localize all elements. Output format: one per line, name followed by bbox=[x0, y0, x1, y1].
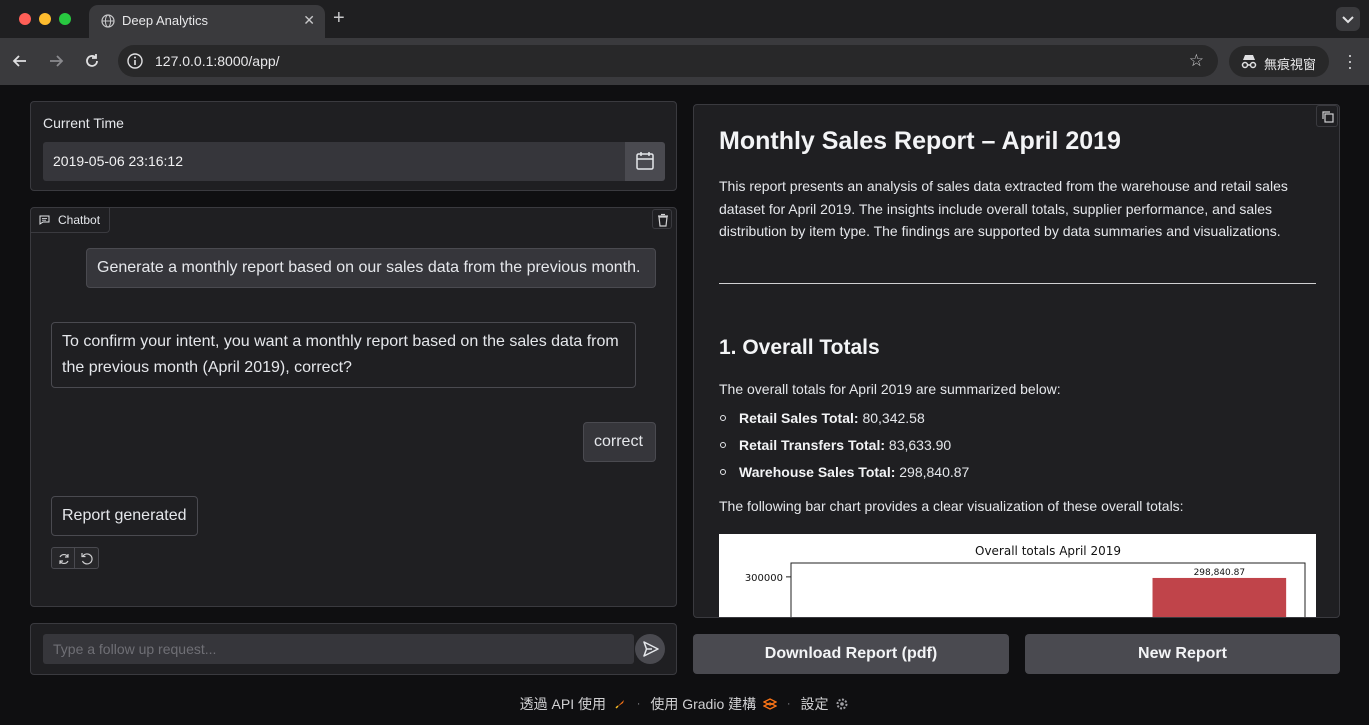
address-bar[interactable]: 127.0.0.1:8000/app/ ☆ bbox=[118, 45, 1218, 77]
list-item: Retail Transfers Total: 83,633.90 bbox=[719, 434, 969, 461]
chevron-down-icon bbox=[1342, 16, 1354, 24]
chatbot-panel: Chatbot Generate a monthly report based … bbox=[30, 207, 677, 607]
bar-chart: Overall totals April 2019 300000 298,840.8… bbox=[745, 544, 1306, 617]
bot-message: Report generated bbox=[51, 496, 198, 536]
user-message: Generate a monthly report based on our s… bbox=[86, 248, 656, 288]
tab-search-button[interactable] bbox=[1336, 7, 1360, 31]
new-report-button[interactable]: New Report bbox=[1025, 634, 1340, 674]
copy-icon bbox=[1322, 111, 1334, 123]
new-tab-button[interactable]: + bbox=[333, 7, 345, 30]
app-container: Current Time 2019-05-06 23:16:12 Chatbot bbox=[0, 85, 1369, 725]
browser-tab[interactable]: Deep Analytics ✕ bbox=[89, 5, 325, 38]
incognito-icon bbox=[1241, 55, 1257, 69]
gradio-link[interactable]: 使用 Gradio 建構 bbox=[650, 694, 756, 714]
user-message: correct bbox=[583, 422, 656, 462]
incognito-indicator[interactable]: 無痕視窗 bbox=[1229, 46, 1329, 77]
list-item: Warehouse Sales Total: 298,840.87 bbox=[719, 461, 969, 488]
api-link[interactable]: 透過 API 使用 bbox=[520, 694, 606, 714]
send-icon bbox=[643, 641, 659, 657]
followup-input[interactable] bbox=[43, 634, 634, 664]
message-actions bbox=[51, 547, 99, 569]
current-time-value: 2019-05-06 23:16:12 bbox=[53, 153, 183, 169]
footer: 透過 API 使用 · 使用 Gradio 建構 · 設定 bbox=[0, 694, 1369, 714]
gradio-logo-icon bbox=[762, 698, 778, 710]
data-label: 298,840.87 bbox=[1194, 568, 1246, 578]
copy-button[interactable] bbox=[1316, 105, 1338, 127]
incognito-label: 無痕視窗 bbox=[1264, 57, 1317, 72]
download-report-button[interactable]: Download Report (pdf) bbox=[693, 634, 1009, 674]
followup-panel bbox=[30, 623, 677, 675]
browser-menu-icon[interactable]: · · · bbox=[1343, 46, 1357, 76]
current-time-label: Current Time bbox=[43, 115, 124, 131]
bookmark-star-icon[interactable]: ☆ bbox=[1189, 51, 1204, 71]
back-arrow-icon[interactable] bbox=[10, 51, 30, 71]
section-lead: The overall totals for April 2019 are su… bbox=[719, 381, 1061, 397]
close-window-button[interactable] bbox=[19, 13, 31, 25]
bot-message: To confirm your intent, you want a month… bbox=[51, 322, 636, 388]
bullet-icon bbox=[720, 442, 726, 448]
calendar-icon bbox=[636, 152, 654, 170]
report-panel: Monthly Sales Report – April 2019 This r… bbox=[693, 104, 1340, 618]
site-info-icon[interactable] bbox=[126, 52, 144, 70]
chatbot-label: Chatbot bbox=[58, 213, 101, 227]
bullet-icon bbox=[720, 469, 726, 475]
current-time-field[interactable]: 2019-05-06 23:16:12 bbox=[43, 142, 625, 181]
total-value: 83,633.90 bbox=[888, 437, 952, 453]
divider bbox=[719, 283, 1316, 284]
bar bbox=[1152, 577, 1287, 617]
separator: · bbox=[636, 698, 641, 710]
total-label: Warehouse Sales Total: bbox=[739, 464, 896, 480]
total-value: 298,840.87 bbox=[899, 464, 970, 480]
clear-chat-button[interactable] bbox=[652, 209, 672, 229]
total-value: 80,342.58 bbox=[862, 410, 925, 426]
section-title: 1. Overall Totals bbox=[719, 336, 880, 359]
separator: · bbox=[786, 698, 791, 710]
trash-icon bbox=[658, 213, 668, 227]
forward-arrow-icon[interactable] bbox=[46, 51, 66, 71]
gear-icon[interactable] bbox=[835, 697, 849, 711]
chatbot-label-tag: Chatbot bbox=[31, 208, 111, 233]
retry-button[interactable] bbox=[51, 547, 75, 569]
chat-bubble-icon bbox=[39, 215, 50, 225]
current-time-panel: Current Time 2019-05-06 23:16:12 bbox=[30, 101, 677, 191]
chart-image: Overall totals April 2019 300000 298,840.8… bbox=[719, 534, 1316, 617]
total-label: Retail Sales Total: bbox=[739, 410, 859, 426]
retry-icon bbox=[59, 553, 69, 565]
browser-tabbar: Deep Analytics ✕ + bbox=[0, 0, 1369, 38]
url-text: 127.0.0.1:8000/app/ bbox=[155, 53, 280, 69]
tab-title: Deep Analytics bbox=[122, 13, 208, 28]
maximize-window-button[interactable] bbox=[59, 13, 71, 25]
send-button[interactable] bbox=[635, 634, 665, 664]
tab-close-icon[interactable]: ✕ bbox=[303, 12, 315, 29]
calendar-button[interactable] bbox=[625, 142, 665, 181]
minimize-window-button[interactable] bbox=[39, 13, 51, 25]
undo-button[interactable] bbox=[75, 547, 99, 569]
rocket-icon bbox=[615, 700, 624, 709]
report-intro: This report presents an analysis of sale… bbox=[719, 178, 1288, 239]
y-tick-label: 300000 bbox=[745, 573, 783, 584]
globe-icon bbox=[101, 14, 115, 28]
report-title: Monthly Sales Report – April 2019 bbox=[719, 127, 1121, 155]
chart-title: Overall totals April 2019 bbox=[975, 544, 1121, 558]
bullet-icon bbox=[720, 415, 726, 421]
totals-list: Retail Sales Total: 80,342.58 Retail Tra… bbox=[719, 407, 969, 488]
settings-link[interactable]: 設定 bbox=[800, 694, 828, 714]
total-label: Retail Transfers Total: bbox=[739, 437, 886, 453]
reload-icon[interactable] bbox=[82, 51, 102, 71]
undo-icon bbox=[81, 553, 93, 565]
browser-toolbar: 127.0.0.1:8000/app/ ☆ 無痕視窗 · · · bbox=[0, 38, 1369, 85]
list-item: Retail Sales Total: 80,342.58 bbox=[719, 407, 969, 434]
chart-lead: The following bar chart provides a clear… bbox=[719, 498, 1184, 514]
